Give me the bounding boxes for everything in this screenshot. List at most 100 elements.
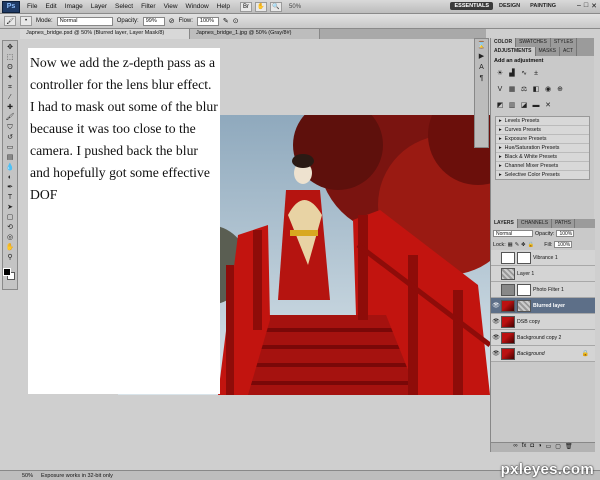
bridge-button[interactable]: Br [240,1,253,12]
vibrance-icon[interactable]: V [495,85,505,95]
selective-color-icon[interactable]: ✕ [543,101,553,111]
preset-channel-mixer[interactable]: ▸ Channel Mixer Presets [496,162,589,171]
history-brush-tool-icon[interactable]: ↺ [4,133,16,142]
shape-tool-icon[interactable]: ▢ [4,213,16,222]
layer-row-dsb-copy[interactable]: 👁 DSB copy [491,314,595,330]
path-select-tool-icon[interactable]: ➤ [4,203,16,212]
lasso-tool-icon[interactable]: ʘ [4,63,16,72]
threshold-icon[interactable]: ◪ [519,101,529,111]
hue-saturation-icon[interactable]: ▦ [507,85,517,95]
tab-layers[interactable]: LAYERS [491,219,518,228]
add-mask-icon[interactable]: ◘ [530,443,534,452]
maximize-icon[interactable]: □ [584,2,588,10]
move-tool-icon[interactable]: ✥ [4,43,16,52]
menu-filter[interactable]: Filter [137,3,159,10]
layer-row-blurred-layer[interactable]: 👁 Blurred layer [491,298,595,314]
brush-tool-icon[interactable]: 🖌 [4,113,16,122]
3d-rotate-tool-icon[interactable]: ⟲ [4,223,16,232]
close-icon[interactable]: ✕ [591,2,597,10]
clone-stamp-tool-icon[interactable]: ⛉ [4,123,16,132]
tab-color[interactable]: COLOR [491,38,517,47]
brush-preset-icon[interactable]: 🖌 [4,16,16,26]
lock-pixels-icon[interactable]: ✎ [515,242,519,248]
tab-channels[interactable]: CHANNELS [518,219,553,228]
new-layer-icon[interactable]: ▢ [555,443,561,452]
menu-help[interactable]: Help [213,3,234,10]
flow-field[interactable]: 100% [196,16,219,26]
lock-transparent-icon[interactable]: ▦ [508,242,513,248]
tab-paths[interactable]: PATHS [552,219,575,228]
hand-tool-button[interactable]: ✋ [255,1,268,12]
color-balance-icon[interactable]: ⚖ [519,85,529,95]
actions-panel-icon[interactable]: ▶ [476,52,488,61]
foreground-color-swatch[interactable] [3,268,11,276]
preset-curves[interactable]: ▸ Curves Presets [496,126,589,135]
menu-select[interactable]: Select [111,3,137,10]
history-panel-icon[interactable]: ⌛ [476,41,488,50]
black-white-icon[interactable]: ◧ [531,85,541,95]
mode-select[interactable]: Normal [56,16,113,26]
preset-levels[interactable]: ▸ Levels Presets [496,117,589,126]
link-layers-icon[interactable]: ∞ [513,443,517,452]
type-tool-icon[interactable]: T [4,193,16,202]
menu-window[interactable]: Window [182,3,213,10]
menu-edit[interactable]: Edit [41,3,60,10]
menu-image[interactable]: Image [61,3,87,10]
levels-icon[interactable]: ▟ [507,69,517,79]
eye-icon[interactable]: 👁 [491,302,501,309]
new-group-icon[interactable]: ▭ [546,443,552,452]
minimize-icon[interactable]: – [577,2,581,10]
character-panel-icon[interactable]: A [476,63,488,72]
marquee-tool-icon[interactable]: ⬚ [4,53,16,62]
tab-actions[interactable]: ACT [560,47,578,56]
fill-field[interactable]: 100% [554,241,573,248]
preset-hue-saturation[interactable]: ▸ Hue/Saturation Presets [496,144,589,153]
zoom-tool-icon[interactable]: ⚲ [4,253,16,262]
posterize-icon[interactable]: ▥ [507,101,517,111]
eye-icon[interactable]: 👁 [491,350,501,357]
lock-all-icon[interactable]: 🔒 [528,242,535,248]
blur-tool-icon[interactable]: 💧 [4,163,16,172]
layer-mask-thumbnail[interactable] [517,299,531,312]
pressure-opacity-icon[interactable]: ⊘ [169,17,175,25]
tab-japnes-bridge-jpg[interactable]: Japnes_bridge_1.jpg @ 50% (Gray/8#) [190,29,320,39]
hand-tool-icon[interactable]: ✋ [4,243,16,252]
menu-layer[interactable]: Layer [87,3,111,10]
preset-exposure[interactable]: ▸ Exposure Presets [496,135,589,144]
menu-view[interactable]: View [160,3,182,10]
menu-file[interactable]: File [23,3,41,10]
blend-mode-select[interactable]: Normal [493,230,533,237]
eraser-tool-icon[interactable]: ▭ [4,143,16,152]
trash-icon[interactable]: 🗑 [565,443,573,452]
quick-select-tool-icon[interactable]: ✦ [4,73,16,82]
layer-row-layer-1[interactable]: Layer 1 [491,266,595,282]
airbrush-icon[interactable]: ✎ [223,17,229,25]
tablet-pressure-icon[interactable]: ⊙ [233,17,239,25]
eye-icon[interactable]: 👁 [491,334,501,341]
invert-icon[interactable]: ◩ [495,101,505,111]
layer-opacity-field[interactable]: 100% [556,230,575,237]
eyedropper-tool-icon[interactable]: ⁄ [4,93,16,102]
tab-masks[interactable]: MASKS [536,47,561,56]
paragraph-panel-icon[interactable]: ¶ [476,74,488,83]
layer-style-icon[interactable]: fx [522,443,527,452]
new-adjustment-icon[interactable]: ◑ [538,443,542,452]
preset-selective-color[interactable]: ▸ Selective Color Presets [496,171,589,179]
zoom-level[interactable]: 50% [289,4,301,10]
healing-tool-icon[interactable]: ✚ [4,103,16,112]
crop-tool-icon[interactable]: ⌗ [4,83,16,92]
tab-japnes-bridge-psd[interactable]: Japnes_bridge.psd @ 50% (Blurred layer, … [20,29,190,39]
tab-adjustments[interactable]: ADJUSTMENTS [491,47,536,56]
brightness-icon[interactable]: ☀ [495,69,505,79]
curves-icon[interactable]: ∿ [519,69,529,79]
workspace-design[interactable]: DESIGN [495,2,524,10]
dodge-tool-icon[interactable]: ◐ [4,173,16,182]
zoom-tool-button[interactable]: 🔍 [270,1,283,12]
photo-filter-icon[interactable]: ◉ [543,85,553,95]
channel-mixer-icon[interactable]: ⊕ [555,85,565,95]
layer-row-vibrance[interactable]: Vibrance 1 [491,250,595,266]
tab-swatches[interactable]: SWATCHES [516,38,551,47]
workspace-painting[interactable]: PAINTING [526,2,560,10]
workspace-essentials[interactable]: ESSENTIALS [450,2,494,10]
status-zoom[interactable]: 50% [22,473,33,479]
